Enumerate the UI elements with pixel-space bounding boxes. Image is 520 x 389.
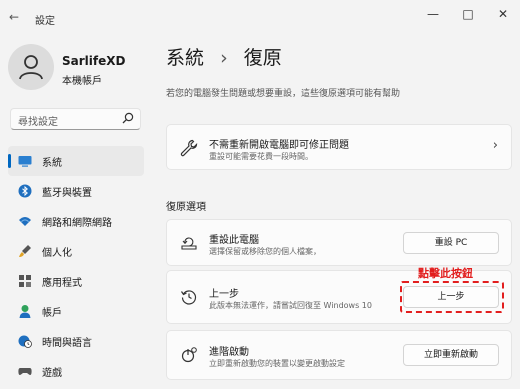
reset-pc-subtitle: 選擇保留或移除您的個人檔案， xyxy=(209,247,321,256)
history-icon xyxy=(181,290,197,305)
breadcrumb-parent[interactable]: 系統 xyxy=(166,47,204,69)
sidebar-item-personalization[interactable]: 個人化 xyxy=(8,236,144,266)
go-back-subtitle: 此版本無法運作，請嘗試回復至 Windows 10 xyxy=(209,301,372,310)
active-indicator xyxy=(8,154,11,168)
page-description: 若您的電腦發生問題或想要重設，這些復原選項可能有幫助 xyxy=(166,89,401,99)
sidebar-item-label: 系統 xyxy=(42,158,62,169)
sidebar-item-network[interactable]: 網路和網際網路 xyxy=(8,206,144,236)
app-title: 設定 xyxy=(35,16,55,27)
go-back-title: 上一步 xyxy=(209,289,239,300)
avatar xyxy=(8,44,54,90)
sidebar-item-label: 應用程式 xyxy=(42,278,82,289)
restart-now-button[interactable]: 立即重新啟動 xyxy=(403,344,499,366)
page-title: 復原 xyxy=(243,47,282,69)
wifi-icon xyxy=(19,217,31,226)
advanced-startup-subtitle: 立即重新啟動您的裝置以變更啟動設定 xyxy=(209,359,345,368)
bluetooth-icon xyxy=(18,184,32,198)
brush-icon xyxy=(19,245,31,257)
reset-pc-icon xyxy=(181,237,197,250)
chevron-right-icon: › xyxy=(492,138,498,153)
sidebar-item-label: 遊戲 xyxy=(42,368,62,379)
reset-pc-button[interactable]: 重設 PC xyxy=(403,232,499,254)
wrench-icon xyxy=(180,139,198,157)
annotation-highlight xyxy=(400,281,504,313)
troubleshoot-subtitle: 重設可能需要花費一段時間。 xyxy=(209,152,313,161)
sidebar-nav: 系統 藍牙與裝置 網路和網際網路 個人化 應用程式 帳戶 時間與語言 遊戲 xyxy=(8,146,144,386)
sidebar-item-label: 藍牙與裝置 xyxy=(42,188,92,199)
section-title: 復原選項 xyxy=(166,202,206,213)
sidebar-item-time-language[interactable]: 時間與語言 xyxy=(8,326,144,356)
search-input[interactable]: 尋找設定 xyxy=(10,108,141,130)
minimize-button[interactable]: — xyxy=(423,7,443,21)
maximize-button[interactable]: □ xyxy=(458,7,478,21)
advanced-startup-title: 進階啟動 xyxy=(209,347,249,358)
annotation-label: 點擊此按鈕 xyxy=(418,267,473,280)
sidebar-item-accounts[interactable]: 帳戶 xyxy=(8,296,144,326)
breadcrumb-separator: › xyxy=(220,47,228,69)
sidebar-item-label: 時間與語言 xyxy=(42,338,92,349)
reset-pc-title: 重設此電腦 xyxy=(209,235,259,246)
sidebar-item-bluetooth[interactable]: 藍牙與裝置 xyxy=(8,176,144,206)
breadcrumb: 系統 › 復原 xyxy=(166,43,282,70)
sidebar-item-apps[interactable]: 應用程式 xyxy=(8,266,144,296)
search-placeholder: 尋找設定 xyxy=(18,117,58,128)
close-button[interactable]: ✕ xyxy=(493,7,513,21)
advanced-startup-icon xyxy=(181,347,197,363)
account-icon xyxy=(19,305,31,318)
user-profile[interactable]: SarlifeXD 本機帳戶 xyxy=(8,42,158,92)
account-type: 本機帳戶 xyxy=(62,76,102,87)
apps-icon xyxy=(19,275,31,287)
advanced-startup-card: 進階啟動 立即重新啟動您的裝置以變更啟動設定 立即重新啟動 xyxy=(166,330,512,380)
user-icon xyxy=(19,55,43,80)
monitor-icon xyxy=(18,156,32,167)
troubleshoot-title: 不需重新開啟電腦即可修正問題 xyxy=(209,140,349,151)
back-arrow-icon[interactable]: ← xyxy=(9,10,19,24)
search-icon xyxy=(122,112,134,124)
sidebar-item-system[interactable]: 系統 xyxy=(8,146,144,176)
troubleshoot-card[interactable]: 不需重新開啟電腦即可修正問題 重設可能需要花費一段時間。 › xyxy=(166,124,512,170)
sidebar-item-label: 帳戶 xyxy=(42,308,62,319)
reset-pc-card: 重設此電腦 選擇保留或移除您的個人檔案， 重設 PC xyxy=(166,219,512,266)
title-bar: ← 設定 — □ ✕ xyxy=(0,0,520,36)
gamepad-icon xyxy=(18,368,32,375)
sidebar-item-label: 個人化 xyxy=(42,248,72,259)
globe-clock-icon xyxy=(18,335,32,348)
user-name: SarlifeXD xyxy=(62,54,126,68)
sidebar-item-label: 網路和網際網路 xyxy=(42,218,112,229)
sidebar-item-gaming[interactable]: 遊戲 xyxy=(8,356,144,386)
